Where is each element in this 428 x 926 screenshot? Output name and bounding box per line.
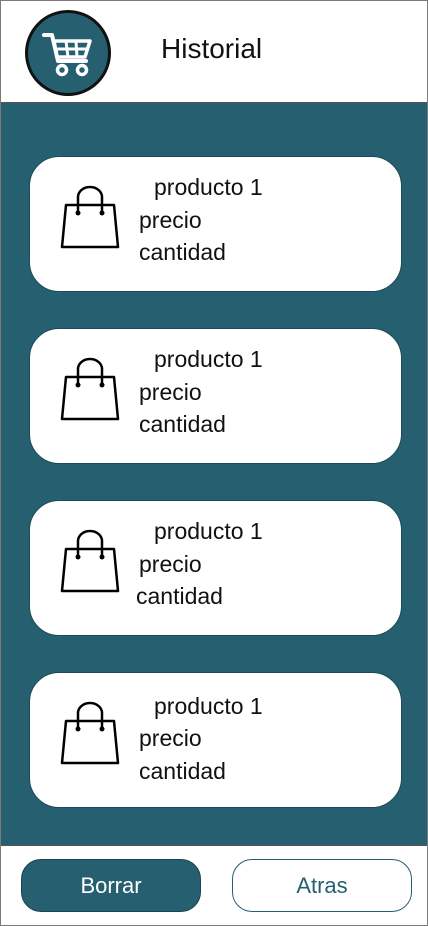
product-quantity: cantidad bbox=[139, 239, 226, 265]
product-price: precio bbox=[139, 725, 202, 751]
shopping-bag-icon bbox=[60, 529, 120, 593]
product-name: producto 1 bbox=[154, 518, 263, 544]
product-price: precio bbox=[139, 379, 202, 405]
back-button[interactable]: Atras bbox=[232, 859, 412, 912]
footer: Borrar Atras bbox=[1, 845, 427, 925]
app-screen: Historial producto 1 precio cantidad pro… bbox=[0, 0, 428, 926]
page-title: Historial bbox=[161, 33, 263, 64]
shopping-cart-icon bbox=[42, 33, 92, 77]
product-quantity: cantidad bbox=[139, 758, 226, 784]
history-item-card[interactable]: producto 1 precio cantidad bbox=[29, 500, 402, 636]
history-list: producto 1 precio cantidad producto 1 pr… bbox=[1, 103, 427, 845]
product-name: producto 1 bbox=[154, 693, 263, 719]
history-item-card[interactable]: producto 1 precio cantidad bbox=[29, 156, 402, 292]
product-price: precio bbox=[139, 551, 202, 577]
shopping-bag-icon bbox=[60, 185, 120, 249]
app-logo bbox=[25, 10, 111, 96]
header: Historial bbox=[1, 1, 427, 103]
product-quantity: cantidad bbox=[136, 583, 223, 609]
shopping-bag-icon bbox=[60, 357, 120, 421]
shopping-bag-icon bbox=[60, 701, 120, 765]
product-name: producto 1 bbox=[154, 174, 263, 200]
product-price: precio bbox=[139, 207, 202, 233]
product-quantity: cantidad bbox=[139, 411, 226, 437]
history-item-card[interactable]: producto 1 precio cantidad bbox=[29, 328, 402, 464]
product-name: producto 1 bbox=[154, 346, 263, 372]
history-item-card[interactable]: producto 1 precio cantidad bbox=[29, 672, 402, 808]
clear-button[interactable]: Borrar bbox=[21, 859, 201, 912]
